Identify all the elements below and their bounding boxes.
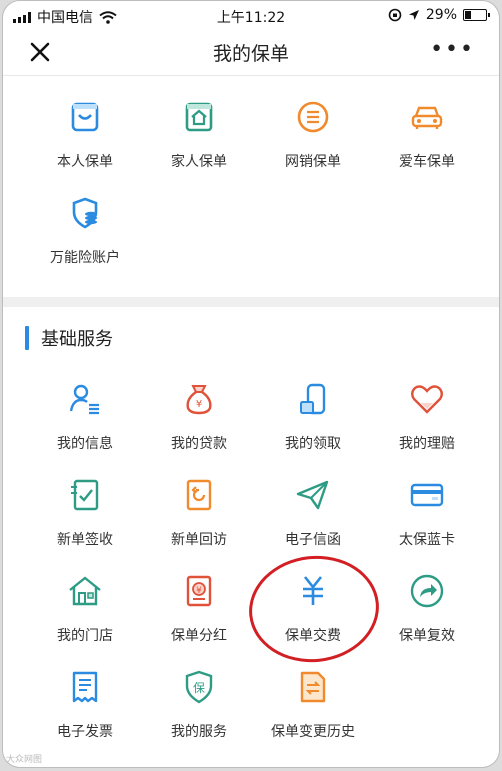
watermark: 大众网图 bbox=[6, 755, 43, 765]
money-bag-icon: ¥ bbox=[186, 385, 212, 415]
invoice-icon bbox=[72, 671, 98, 703]
change-history-icon bbox=[300, 671, 326, 703]
service-label: 新单签收 bbox=[57, 532, 113, 548]
return-visit-icon bbox=[186, 479, 212, 511]
card-icon bbox=[410, 483, 444, 507]
service-my-info[interactable]: 我的信息 bbox=[27, 379, 143, 453]
share-circle-icon bbox=[410, 574, 444, 608]
person-icon bbox=[69, 384, 99, 415]
service-return-visit[interactable]: 新单回访 bbox=[141, 475, 257, 549]
dividend-icon: ¥ bbox=[186, 575, 212, 607]
service-label: 我的信息 bbox=[57, 436, 113, 452]
withdraw-icon bbox=[300, 383, 326, 415]
service-blue-card[interactable]: 太保蓝卡 bbox=[369, 475, 485, 549]
sign-document-icon bbox=[71, 479, 99, 511]
service-label: 电子信函 bbox=[285, 532, 341, 548]
service-label: 新单回访 bbox=[171, 532, 227, 548]
svg-text:¥: ¥ bbox=[196, 399, 202, 410]
service-label: 我的领取 bbox=[285, 436, 341, 452]
service-label: 保单分红 bbox=[171, 628, 227, 644]
service-e-invoice[interactable]: 电子发票 bbox=[27, 667, 143, 741]
service-my-store[interactable]: 我的门店 bbox=[27, 571, 143, 645]
paper-plane-icon bbox=[296, 480, 329, 510]
service-new-sign[interactable]: 新单签收 bbox=[27, 475, 143, 549]
store-icon bbox=[69, 576, 101, 606]
service-label: 我的服务 bbox=[171, 724, 227, 740]
service-my-withdraw[interactable]: 我的领取 bbox=[255, 379, 371, 453]
service-label: 太保蓝卡 bbox=[399, 532, 455, 548]
service-label: 我的理赔 bbox=[399, 436, 455, 452]
service-e-letter[interactable]: 电子信函 bbox=[255, 475, 371, 549]
heart-icon bbox=[411, 385, 443, 414]
service-my-service[interactable]: 保 我的服务 bbox=[141, 667, 257, 741]
service-dividend[interactable]: ¥ 保单分红 bbox=[141, 571, 257, 645]
service-label: 保单变更历史 bbox=[271, 724, 355, 740]
svg-text:¥: ¥ bbox=[196, 586, 202, 596]
service-label: 保单交费 bbox=[285, 628, 341, 644]
phone-screen: 中国电信 上午11:22 29% 我的保单 ••• 本人保单 家人保单 网销保单 bbox=[2, 0, 500, 768]
service-my-claim[interactable]: 我的理赔 bbox=[369, 379, 485, 453]
service-reinstatement[interactable]: 保单复效 bbox=[369, 571, 485, 645]
service-my-loan[interactable]: ¥ 我的贷款 bbox=[141, 379, 257, 453]
service-premium-payment[interactable]: 保单交费 bbox=[255, 571, 371, 645]
service-grid: 我的信息 ¥ 我的贷款 我的领取 我的理赔 新单签收 新单回访 电子信函 太保蓝… bbox=[3, 1, 499, 767]
service-change-history[interactable]: 保单变更历史 bbox=[255, 667, 371, 741]
svg-text:保: 保 bbox=[193, 681, 205, 695]
yuan-icon bbox=[303, 576, 323, 605]
service-label: 电子发票 bbox=[57, 724, 113, 740]
shield-bao-icon: 保 bbox=[185, 670, 213, 704]
service-label: 我的贷款 bbox=[171, 436, 227, 452]
service-label: 保单复效 bbox=[399, 628, 455, 644]
service-label: 我的门店 bbox=[57, 628, 113, 644]
